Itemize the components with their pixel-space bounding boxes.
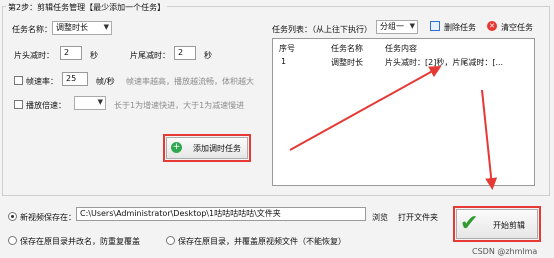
arrow-to-task-list [289,66,442,151]
arrow-to-start-button [481,89,498,190]
annotation-arrows [289,66,498,190]
